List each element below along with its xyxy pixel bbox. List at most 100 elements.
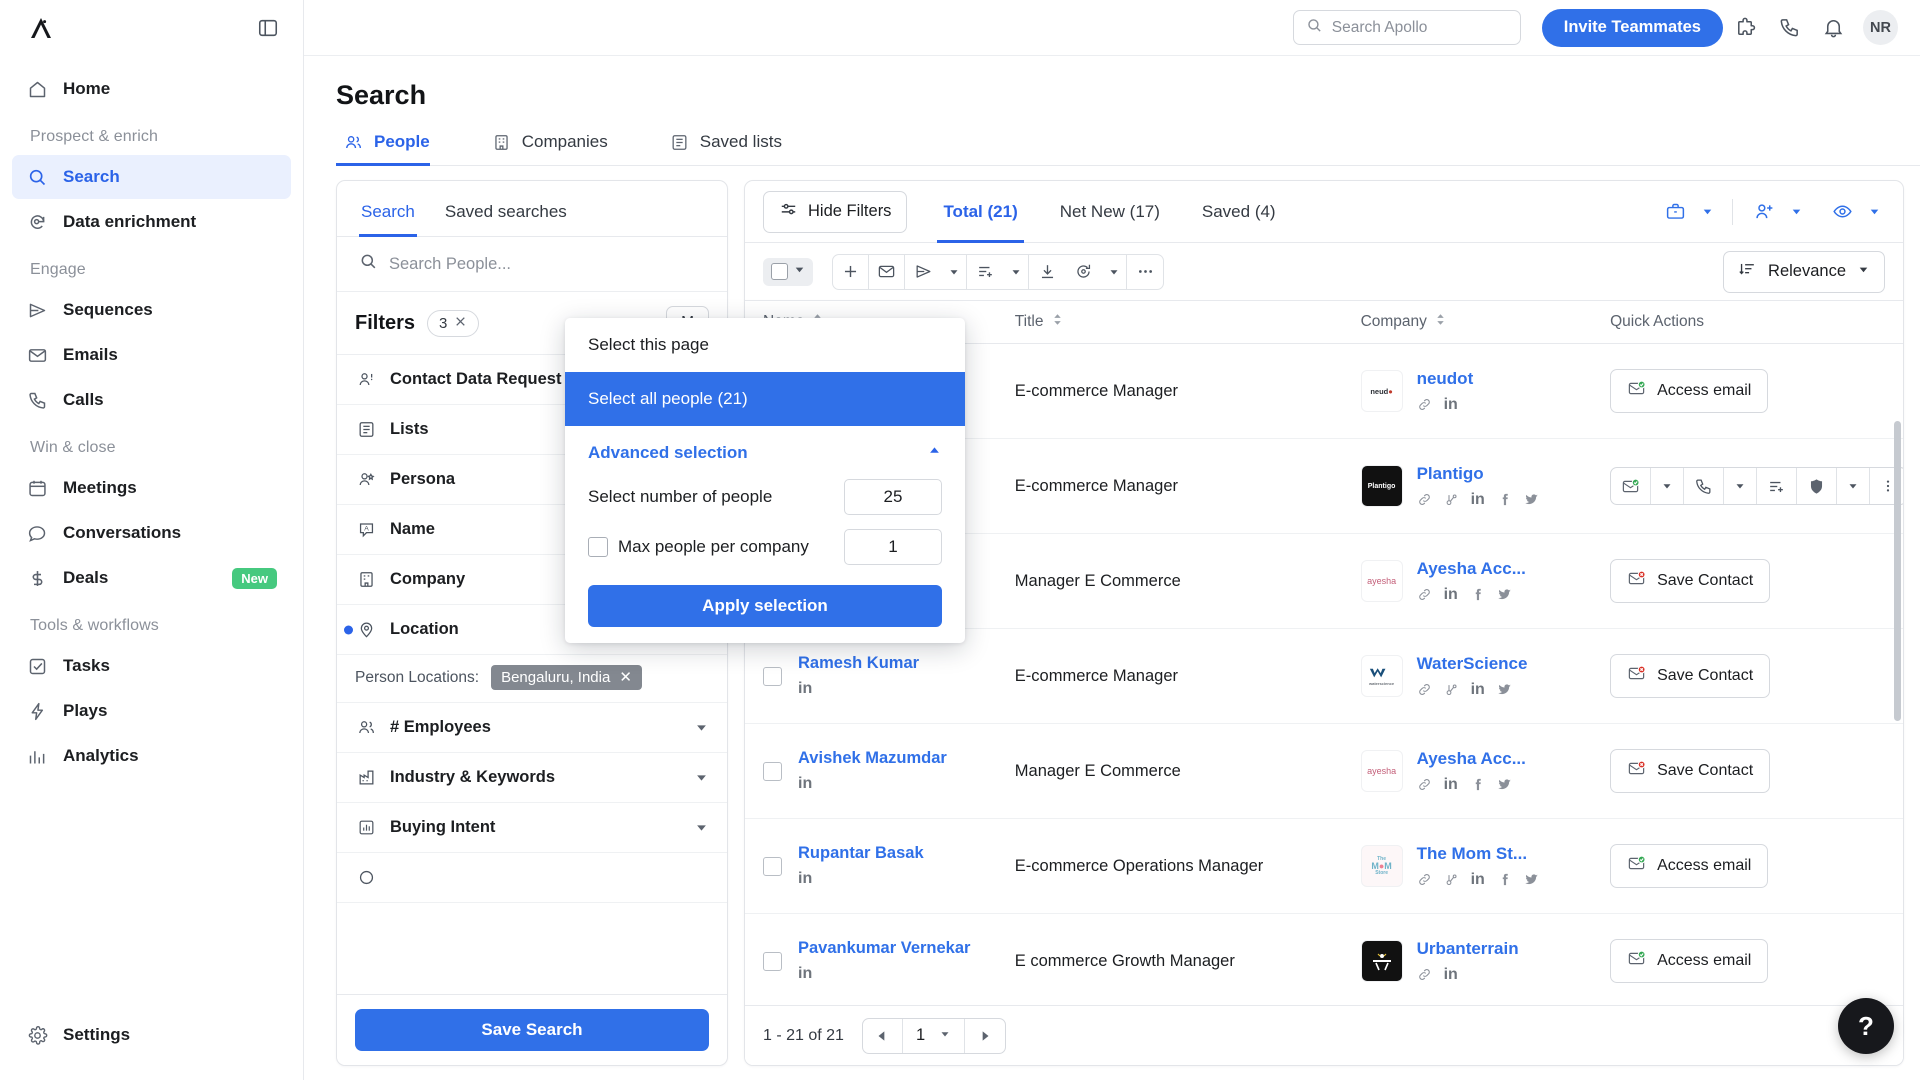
save-contact-button[interactable]: Save Contact <box>1610 749 1771 793</box>
twitter-icon[interactable] <box>1497 682 1512 697</box>
linkedin-icon[interactable]: in <box>798 870 812 888</box>
table-row[interactable]: Rupantar Basak in E-commerce Operations … <box>745 818 1903 914</box>
linkedin-icon[interactable]: in <box>798 680 812 698</box>
twitter-icon[interactable] <box>1524 872 1539 887</box>
sidebar-item-calls[interactable]: Calls <box>12 378 291 422</box>
filter-row-industry-keywords[interactable]: Industry & Keywords <box>337 753 727 803</box>
location-tag[interactable]: Bengaluru, India ✕ <box>491 665 642 690</box>
sidebar-item-emails[interactable]: Emails <box>12 333 291 377</box>
twitter-icon[interactable] <box>1497 587 1512 602</box>
invite-teammates-button[interactable]: Invite Teammates <box>1541 8 1723 47</box>
select-number-input[interactable]: 25 <box>844 479 942 515</box>
panel-collapse-icon[interactable] <box>255 15 281 41</box>
caret-left-icon[interactable] <box>863 1018 903 1053</box>
results-tab-net-new[interactable]: Net New (17) <box>1054 181 1166 243</box>
add-person-icon[interactable] <box>1747 195 1781 229</box>
person-name[interactable]: Rupantar Basak <box>798 844 924 863</box>
sidebar-item-conversations[interactable]: Conversations <box>12 511 291 555</box>
save-contact-button[interactable]: Save Contact <box>1610 559 1771 603</box>
link-icon[interactable] <box>1417 967 1432 982</box>
linkedin-icon[interactable]: in <box>1444 586 1458 604</box>
twitter-icon[interactable] <box>1524 492 1539 507</box>
save-search-button[interactable]: Save Search <box>355 1009 709 1051</box>
sidebar-item-analytics[interactable]: Analytics <box>12 734 291 778</box>
select-this-page-option[interactable]: Select this page <box>565 318 965 372</box>
company-name[interactable]: Urbanterrain <box>1417 939 1519 959</box>
add-to-list-icon[interactable] <box>967 255 1003 289</box>
tab-saved-lists[interactable]: Saved lists <box>662 132 806 165</box>
plus-icon[interactable] <box>833 254 869 289</box>
close-icon[interactable] <box>454 315 467 332</box>
linkedin-icon[interactable]: in <box>1471 491 1485 509</box>
hide-filters-button[interactable]: Hide Filters <box>763 190 908 233</box>
link-icon[interactable] <box>1417 872 1432 887</box>
linkedin-icon[interactable]: in <box>1444 966 1458 984</box>
select-all-checkbox[interactable] <box>771 263 788 280</box>
filters-count-chip[interactable]: 3 <box>427 309 480 337</box>
apply-selection-button[interactable]: Apply selection <box>588 585 942 627</box>
chevron-down-icon[interactable] <box>1696 197 1718 227</box>
person-name[interactable]: Ramesh Kumar <box>798 654 919 673</box>
table-row[interactable]: Pavankumar Vernekar in E commerce Growth… <box>745 913 1903 1005</box>
puzzle-piece-icon[interactable] <box>1723 6 1767 50</box>
linkedin-icon[interactable]: in <box>1444 776 1458 794</box>
link-icon[interactable] <box>1417 682 1432 697</box>
chevron-down-icon[interactable] <box>793 263 806 281</box>
avatar[interactable]: NR <box>1863 10 1898 45</box>
linkedin-icon[interactable]: in <box>1444 396 1458 414</box>
column-header-company[interactable]: Company <box>1350 301 1597 344</box>
sidebar-item-search[interactable]: Search <box>12 155 291 199</box>
table-row[interactable]: Avishek Mazumdar in Manager E Commerce a… <box>745 723 1903 819</box>
company-name[interactable]: WaterScience <box>1417 654 1528 674</box>
twitter-icon[interactable] <box>1497 777 1512 792</box>
access-email-button[interactable]: Access email <box>1610 939 1769 983</box>
link-icon[interactable] <box>1417 492 1432 507</box>
company-name[interactable]: Plantigo <box>1417 464 1539 484</box>
chevron-down-icon[interactable] <box>694 770 709 785</box>
filter-row-buying-intent[interactable]: Buying Intent <box>337 803 727 853</box>
filter-tab-search[interactable]: Search <box>359 181 417 237</box>
facebook-icon[interactable] <box>1497 492 1512 507</box>
caret-right-icon[interactable] <box>965 1019 1005 1053</box>
row-checkbox[interactable] <box>763 666 782 686</box>
facebook-icon[interactable] <box>1470 587 1485 602</box>
sidebar-item-meetings[interactable]: Meetings <box>12 466 291 510</box>
chevron-down-icon[interactable] <box>1863 197 1885 227</box>
hubspot-icon[interactable] <box>1444 492 1459 507</box>
row-checkbox[interactable] <box>763 761 782 781</box>
add-to-list-icon[interactable] <box>1757 468 1798 504</box>
caret-up-icon[interactable] <box>927 443 942 463</box>
chevron-down-icon[interactable] <box>941 254 967 289</box>
filter-tab-saved-searches[interactable]: Saved searches <box>443 181 569 236</box>
download-icon[interactable] <box>1029 255 1065 289</box>
chevron-down-icon[interactable] <box>694 720 709 735</box>
facebook-icon[interactable] <box>1497 872 1512 887</box>
results-tab-saved[interactable]: Saved (4) <box>1196 181 1282 243</box>
results-tab-total[interactable]: Total (21) <box>937 181 1025 243</box>
chevron-down-icon[interactable] <box>1857 262 1870 281</box>
person-name[interactable]: Avishek Mazumdar <box>798 749 947 768</box>
link-icon[interactable] <box>1417 777 1432 792</box>
chevron-down-icon[interactable] <box>1651 468 1685 504</box>
sidebar-item-settings[interactable]: Settings <box>12 1013 291 1057</box>
filter-row-partial[interactable] <box>337 853 727 903</box>
company-name[interactable]: Ayesha Acc... <box>1417 749 1526 769</box>
row-checkbox[interactable] <box>763 951 782 971</box>
linkedin-icon[interactable]: in <box>1471 681 1485 699</box>
select-all-dropdown-toggle[interactable] <box>763 257 813 286</box>
access-email-button[interactable]: Access email <box>1610 369 1769 413</box>
chevron-down-icon[interactable] <box>1785 197 1807 227</box>
phone-icon[interactable] <box>1684 468 1725 504</box>
eye-icon[interactable] <box>1825 195 1859 229</box>
page-number-dropdown[interactable]: 1 <box>903 1018 966 1053</box>
chevron-down-icon[interactable] <box>1003 254 1029 289</box>
bell-icon[interactable] <box>1811 6 1855 50</box>
chevron-down-icon[interactable] <box>1101 254 1127 289</box>
chevron-down-icon[interactable] <box>939 1026 951 1045</box>
advanced-selection-toggle[interactable]: Advanced selection <box>565 426 965 473</box>
link-icon[interactable] <box>1417 587 1432 602</box>
chevron-down-icon[interactable] <box>694 820 709 835</box>
sidebar-item-data-enrichment[interactable]: Data enrichment <box>12 200 291 244</box>
results-scrollbar[interactable] <box>1894 421 1901 721</box>
send-icon[interactable] <box>905 255 941 289</box>
